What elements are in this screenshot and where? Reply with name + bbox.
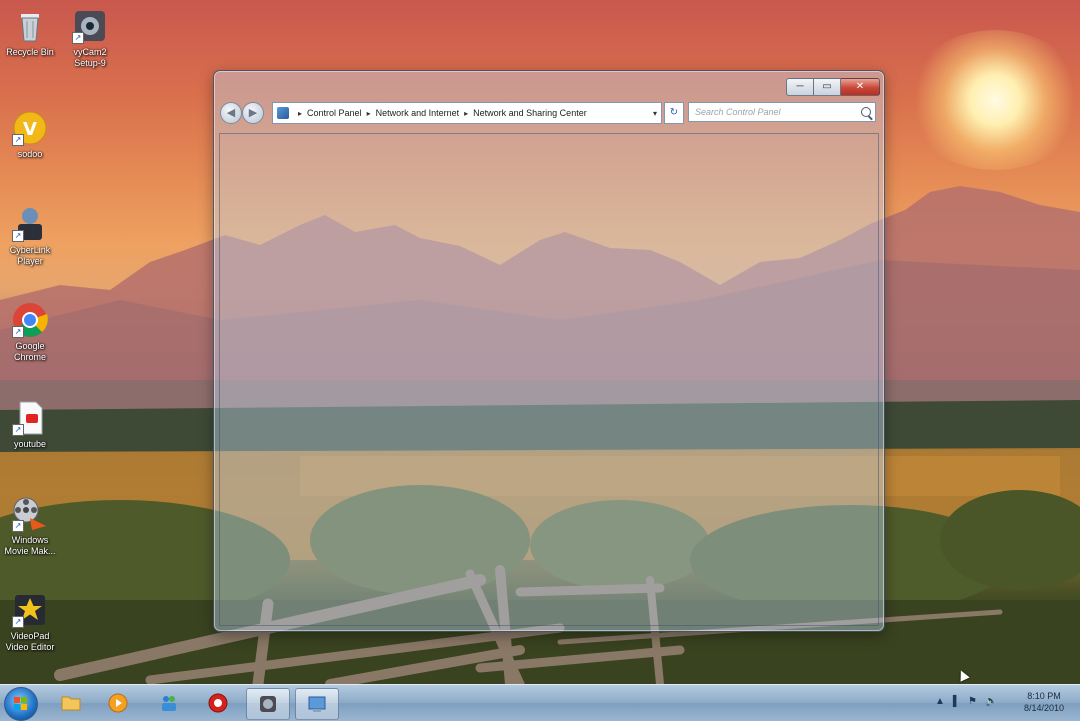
desktop-icon-label: Windows Movie Mak...	[4, 535, 56, 556]
desktop-icon-cyberlink-player[interactable]: ↗ CyberLink Player	[0, 206, 60, 267]
recycle-bin-icon	[12, 8, 48, 44]
windows-logo-icon	[14, 697, 27, 710]
media-player-icon: ↗	[12, 206, 48, 242]
shortcut-arrow-icon: ↗	[12, 326, 24, 338]
search-placeholder: Search Control Panel	[695, 107, 781, 117]
desktop-icon-youtube[interactable]: ↗ youtube	[0, 400, 60, 450]
taskbar: ▲ ▌ ⚑ 🔈 8:10 PM 8/14/2010	[0, 684, 1080, 721]
breadcrumb-network-and-sharing-center[interactable]: Network and Sharing Center	[473, 108, 587, 118]
film-reel-icon: ↗	[12, 496, 48, 532]
control-panel-icon	[277, 107, 289, 119]
camera-setup-icon	[260, 696, 276, 712]
forward-arrow-icon: ▶	[248, 107, 258, 119]
volume-icon[interactable]: 🔈	[985, 696, 997, 707]
breadcrumb-separator-icon: ▸	[366, 108, 371, 118]
refresh-icon: ↻	[669, 107, 679, 118]
network-sharing-center-window[interactable]: ─ ▭ ✕ ◀ ▶ ▸ Control Panel ▸ Network and …	[213, 70, 885, 632]
desktop-icon-label: youtube	[13, 439, 47, 449]
desktop-icon-videopad[interactable]: ↗ VideoPad Video Editor	[0, 592, 60, 653]
people-icon	[162, 696, 176, 711]
address-dropdown-icon[interactable]: ▾	[649, 109, 661, 118]
close-icon: ✕	[855, 81, 865, 92]
taskbar-explorer[interactable]	[50, 688, 92, 718]
shortcut-arrow-icon: ↗	[12, 424, 24, 436]
maximize-button[interactable]: ▭	[814, 78, 841, 96]
search-icon[interactable]	[861, 107, 871, 117]
start-button[interactable]	[4, 687, 38, 721]
address-bar[interactable]: ▸ Control Panel ▸ Network and Internet ▸…	[272, 102, 662, 124]
shortcut-arrow-icon: ↗	[12, 616, 24, 628]
taskbar-clock[interactable]: 8:10 PM 8/14/2010	[1014, 690, 1074, 714]
star-video-icon: ↗	[12, 592, 48, 628]
shortcut-arrow-icon: ↗	[72, 32, 84, 44]
control-panel-icon	[308, 696, 326, 712]
maximize-icon: ▭	[822, 81, 832, 92]
back-arrow-icon: ◀	[226, 107, 236, 119]
shortcut-arrow-icon: ↗	[12, 520, 24, 532]
taskbar-vycam[interactable]	[246, 688, 290, 720]
window-titlebar[interactable]: ─ ▭ ✕	[214, 71, 884, 97]
desktop-icon-recycle-bin[interactable]: Recycle Bin	[0, 8, 60, 58]
breadcrumb-separator-icon: ▸	[464, 108, 469, 118]
media-player-icon	[108, 693, 128, 713]
desktop-icon-label: Google Chrome	[13, 341, 46, 362]
back-button[interactable]: ◀	[220, 102, 242, 124]
minimize-button[interactable]: ─	[786, 78, 814, 96]
chrome-icon: ↗	[12, 302, 48, 338]
desktop-icon-label: Recycle Bin	[6, 47, 54, 57]
system-tray: ▲ ▌ ⚑ 🔈	[935, 696, 997, 707]
show-hidden-icons-chevron-icon[interactable]: ▲	[935, 696, 945, 707]
clock-date: 8/14/2010	[1023, 703, 1065, 713]
red-circle-app-icon	[208, 693, 228, 713]
taskbar-media-player[interactable]	[97, 688, 139, 718]
navigation-bar: ◀ ▶ ▸ Control Panel ▸ Network and Intern…	[218, 101, 880, 125]
breadcrumb-network-and-internet[interactable]: Network and Internet	[376, 108, 460, 118]
camera-setup-icon: ↗	[72, 8, 108, 44]
desktop-icon-label: sodoo	[17, 149, 43, 159]
breadcrumb-control-panel[interactable]: Control Panel	[307, 108, 362, 118]
shortcut-arrow-icon: ↗	[12, 230, 24, 242]
folder-icon	[61, 696, 81, 711]
refresh-button[interactable]: ↻	[664, 102, 684, 124]
svg-text:V: V	[23, 119, 37, 140]
desktop-icon-vycam-setup[interactable]: ↗ vyCam2 Setup-9	[60, 8, 120, 69]
network-icon[interactable]: ▌	[953, 696, 960, 707]
desktop-icon-google-chrome[interactable]: ↗ Google Chrome	[0, 302, 60, 363]
desktop-icon-label: CyberLink Player	[9, 245, 51, 266]
minimize-icon: ─	[796, 81, 804, 92]
action-center-flag-icon[interactable]: ⚑	[968, 696, 977, 707]
desktop-icon-windows-movie-maker[interactable]: ↗ Windows Movie Mak...	[0, 496, 60, 557]
sodoo-v-icon: V ↗	[12, 110, 48, 146]
window-content-area	[219, 133, 879, 626]
taskbar-windows-live[interactable]	[148, 688, 190, 718]
shortcut-arrow-icon: ↗	[12, 134, 24, 146]
document-file-icon: ↗	[12, 400, 48, 436]
window-controls: ─ ▭ ✕	[786, 78, 880, 96]
breadcrumb-separator-icon: ▸	[298, 108, 303, 118]
forward-button[interactable]: ▶	[242, 102, 264, 124]
search-control-panel-input[interactable]: Search Control Panel	[688, 102, 876, 122]
desktop-icon-sodoo[interactable]: V ↗ sodoo	[0, 110, 60, 160]
taskbar-red-app[interactable]	[197, 688, 239, 718]
desktop-icon-label: VideoPad Video Editor	[5, 631, 55, 652]
desktop-icon-label: vyCam2 Setup-9	[73, 47, 107, 68]
taskbar-control-panel[interactable]	[295, 688, 339, 720]
clock-time: 8:10 PM	[1027, 691, 1061, 701]
close-button[interactable]: ✕	[841, 78, 880, 96]
